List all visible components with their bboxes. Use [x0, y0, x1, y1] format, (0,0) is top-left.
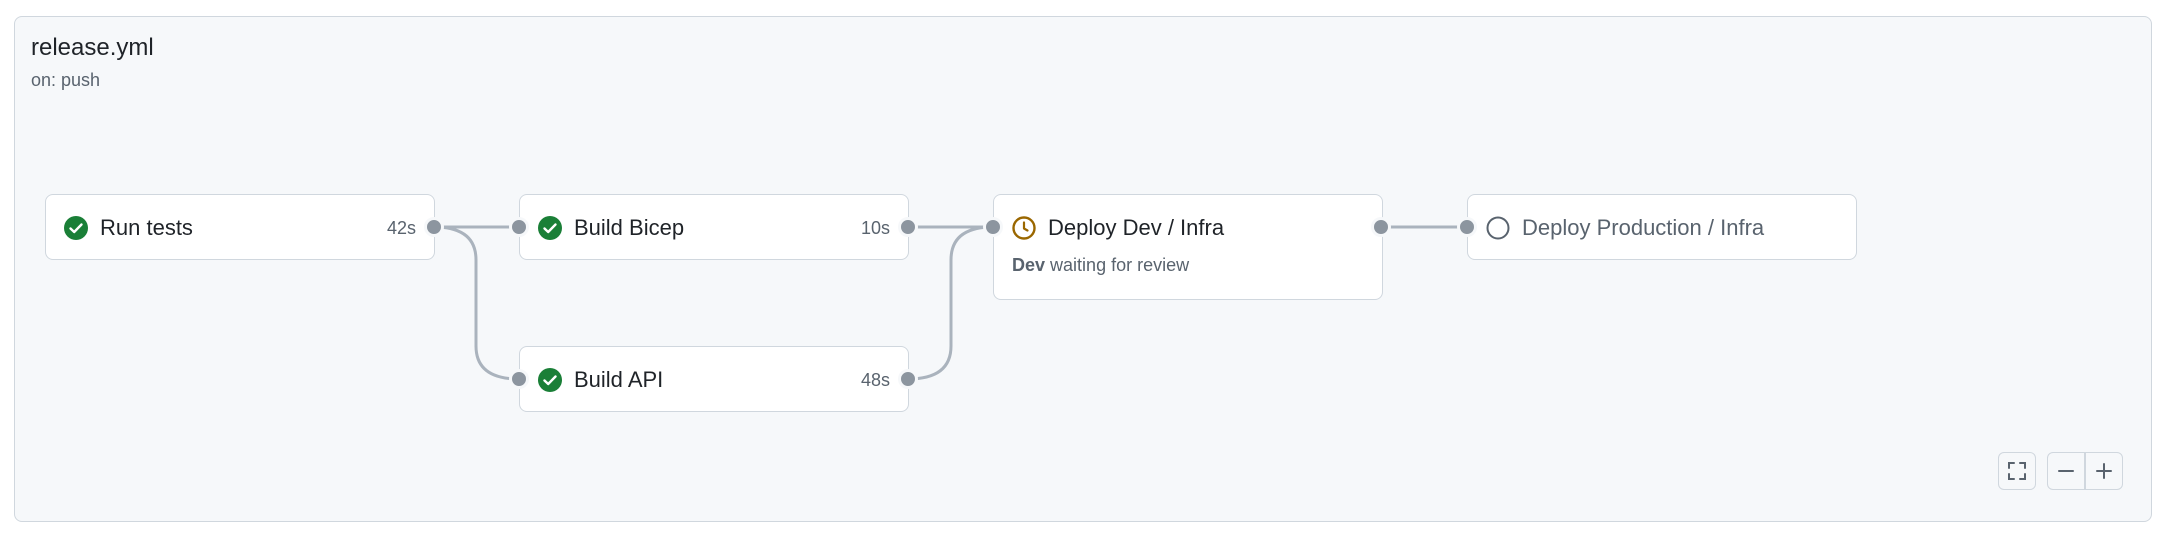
fullscreen-icon: [2008, 462, 2026, 480]
job-node-deploy-production-infra[interactable]: Deploy Production / Infra: [1467, 194, 1857, 260]
pending-circle-icon: [1486, 216, 1510, 240]
clock-icon: [1012, 216, 1036, 240]
job-node-build-bicep[interactable]: Build Bicep 10s: [519, 194, 909, 260]
check-circle-icon: [64, 216, 88, 240]
check-circle-icon: [538, 368, 562, 392]
environment-name: Dev: [1012, 255, 1046, 275]
job-name: Deploy Production / Infra: [1522, 215, 1765, 240]
job-duration: 42s: [386, 217, 416, 238]
input-port: [509, 217, 529, 237]
output-port: [898, 217, 918, 237]
input-port: [509, 369, 529, 389]
output-port: [424, 217, 444, 237]
job-name: Run tests: [100, 215, 193, 240]
check-circle-icon: [538, 216, 562, 240]
zoom-controls: [2047, 452, 2123, 490]
output-port: [898, 369, 918, 389]
job-waiting-status: Dev waiting for review: [1012, 255, 1189, 276]
input-port: [983, 217, 1003, 237]
job-node-build-api[interactable]: Build API 48s: [519, 346, 909, 412]
waiting-text: waiting for review: [1050, 255, 1190, 275]
job-node-run-tests[interactable]: Run tests 42s: [45, 194, 435, 260]
fullscreen-button[interactable]: [1998, 452, 2036, 490]
job-duration: 10s: [860, 217, 890, 238]
plus-icon: [2095, 463, 2112, 479]
zoom-out-button[interactable]: [2048, 453, 2084, 489]
minus-icon: [2058, 470, 2074, 472]
job-name: Deploy Dev / Infra: [1048, 215, 1225, 240]
job-duration: 48s: [860, 369, 890, 390]
job-node-deploy-dev-infra[interactable]: Deploy Dev / Infra Dev waiting for revie…: [993, 194, 1383, 300]
zoom-in-button[interactable]: [2086, 453, 2122, 489]
job-name: Build Bicep: [574, 215, 685, 240]
edge-run-tests-to-build-api: [433, 225, 520, 381]
output-port: [1371, 217, 1391, 237]
edge-build-api-to-deploy-dev: [907, 225, 994, 381]
input-port: [1457, 217, 1477, 237]
job-name: Build API: [574, 367, 664, 392]
